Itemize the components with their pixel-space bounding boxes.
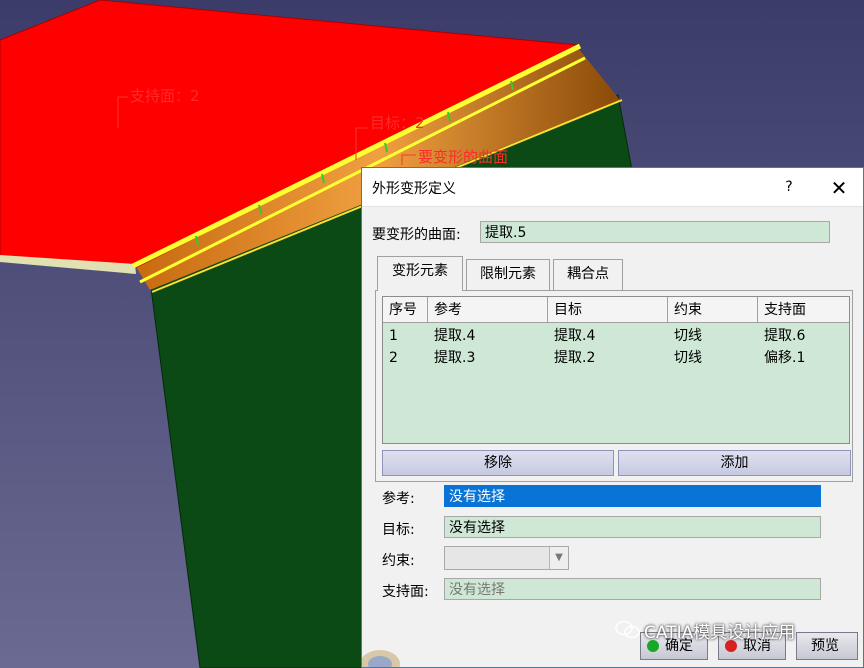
support-label: 支持面: bbox=[382, 584, 429, 600]
reference-label: 参考: bbox=[382, 491, 415, 507]
catia-logo-icon bbox=[362, 650, 400, 667]
deformation-elements-table[interactable]: 序号 参考 目标 约束 支持面 1 提取.4 提取.4 切线 提取.6 2 提取… bbox=[382, 296, 850, 444]
constraint-label: 约束: bbox=[382, 553, 415, 569]
surface-to-deform-label: 要变形的曲面: bbox=[372, 227, 461, 243]
column-header-reference[interactable]: 参考 bbox=[428, 297, 548, 323]
surface-annotation: 要变形的曲面 bbox=[418, 148, 509, 166]
dialog-titlebar[interactable]: 外形变形定义 ? ✕ bbox=[362, 168, 863, 207]
column-header-support[interactable]: 支持面 bbox=[758, 297, 849, 323]
tab-limit-elements[interactable]: 限制元素 bbox=[466, 259, 550, 290]
add-button[interactable]: 添加 bbox=[618, 450, 851, 476]
dialog-title: 外形变形定义 bbox=[372, 181, 456, 197]
cell-constraint: 切线 bbox=[674, 328, 702, 344]
target-field[interactable]: 没有选择 bbox=[444, 516, 821, 538]
reference-field[interactable]: 没有选择 bbox=[444, 485, 821, 507]
watermark-text: CATIA模具设计应用 bbox=[644, 623, 796, 643]
tab-deformation-elements[interactable]: 变形元素 bbox=[377, 256, 463, 291]
cell-index: 2 bbox=[389, 350, 398, 366]
cell-index: 1 bbox=[389, 328, 398, 344]
preview-button[interactable]: 预览 bbox=[796, 632, 858, 660]
cell-target: 提取.4 bbox=[554, 328, 596, 344]
cell-reference: 提取.4 bbox=[434, 328, 476, 344]
support-annotation: 支持面：2 bbox=[130, 87, 200, 105]
target-label: 目标: bbox=[382, 522, 415, 538]
remove-button[interactable]: 移除 bbox=[382, 450, 614, 476]
cell-support: 偏移.1 bbox=[764, 350, 806, 366]
cell-target: 提取.2 bbox=[554, 350, 596, 366]
constraint-dropdown[interactable]: ▼ bbox=[444, 546, 569, 570]
preview-label: 预览 bbox=[811, 638, 839, 654]
cell-reference: 提取.3 bbox=[434, 350, 476, 366]
tab-coupling-points[interactable]: 耦合点 bbox=[553, 259, 623, 290]
cell-support: 提取.6 bbox=[764, 328, 806, 344]
chevron-down-icon[interactable]: ▼ bbox=[549, 547, 568, 569]
wechat-icon bbox=[615, 620, 640, 639]
support-field[interactable]: 没有选择 bbox=[444, 578, 821, 600]
help-button[interactable]: ? bbox=[778, 176, 800, 198]
target-annotation: 目标：2 bbox=[370, 114, 425, 132]
column-header-constraint[interactable]: 约束 bbox=[668, 297, 758, 323]
column-header-target[interactable]: 目标 bbox=[548, 297, 668, 323]
surface-to-deform-field[interactable]: 提取.5 bbox=[480, 221, 830, 243]
close-icon[interactable]: ✕ bbox=[826, 176, 852, 200]
column-header-index[interactable]: 序号 bbox=[383, 297, 428, 323]
shape-morphing-dialog: 外形变形定义 ? ✕ 要变形的曲面: 提取.5 变形元素 限制元素 耦合点 序号… bbox=[361, 167, 864, 668]
cell-constraint: 切线 bbox=[674, 350, 702, 366]
